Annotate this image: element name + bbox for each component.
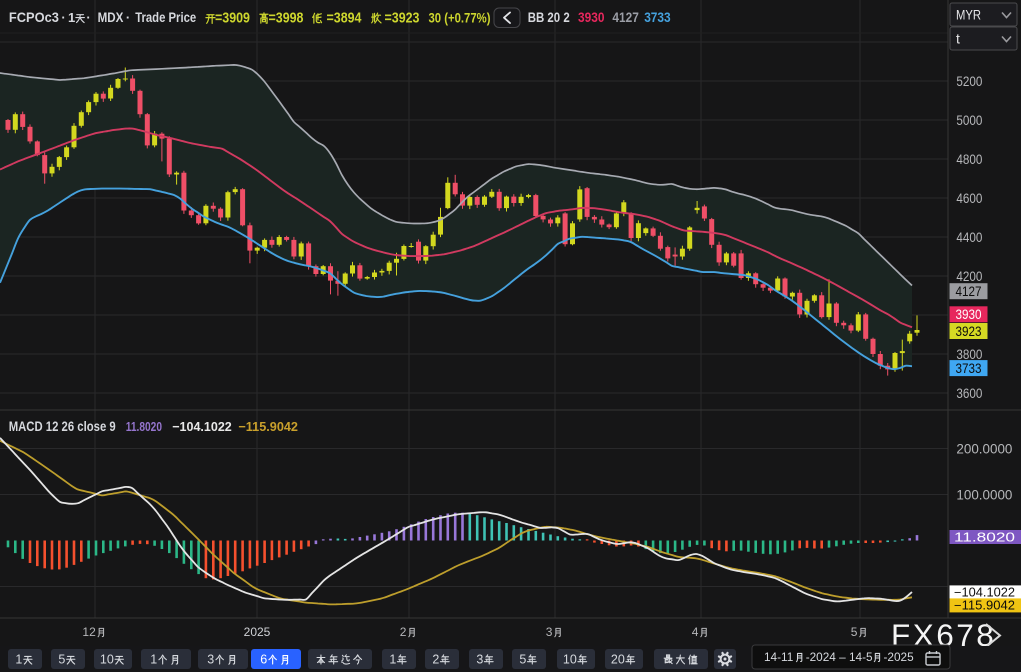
- svg-text:2025: 2025: [244, 625, 271, 639]
- svg-text:·: ·: [86, 10, 90, 25]
- svg-text:3923: 3923: [956, 324, 982, 339]
- svg-text:3: 3: [476, 653, 483, 667]
- svg-text:Trade Price: Trade Price: [135, 9, 196, 25]
- svg-text:6: 6: [260, 653, 267, 667]
- svg-text:=3909: =3909: [215, 10, 250, 27]
- svg-text:20: 20: [611, 653, 625, 667]
- svg-text:10: 10: [563, 653, 577, 667]
- svg-text:5000: 5000: [956, 112, 982, 128]
- svg-text:3600: 3600: [956, 385, 982, 401]
- svg-text:4127: 4127: [956, 284, 982, 299]
- svg-text:−104.1022: −104.1022: [954, 586, 1015, 600]
- svg-text:·: ·: [126, 10, 130, 25]
- svg-text:2: 2: [432, 653, 439, 667]
- svg-text:-2025: -2025: [884, 650, 915, 664]
- svg-text:1: 1: [68, 10, 75, 25]
- svg-text:3733: 3733: [956, 361, 982, 376]
- svg-text:200.0000: 200.0000: [956, 441, 1012, 457]
- svg-text:4200: 4200: [956, 268, 982, 284]
- svg-text:MDX: MDX: [98, 9, 124, 25]
- svg-text:5: 5: [851, 625, 858, 639]
- svg-text:4: 4: [692, 625, 699, 639]
- svg-text:-2024 – 14-5: -2024 – 14-5: [806, 650, 873, 664]
- svg-text:−115.9042: −115.9042: [954, 599, 1015, 613]
- svg-text:1: 1: [15, 653, 22, 667]
- svg-text:5200: 5200: [956, 73, 982, 89]
- svg-text:BB 20 2: BB 20 2: [528, 9, 570, 25]
- svg-text:2: 2: [400, 625, 407, 639]
- svg-text:11.8020: 11.8020: [126, 419, 162, 434]
- svg-text:4600: 4600: [956, 190, 982, 206]
- svg-text:−104.1022: −104.1022: [172, 419, 232, 434]
- svg-text:FCPOc3: FCPOc3: [9, 9, 59, 25]
- svg-text:=3998: =3998: [269, 10, 304, 27]
- svg-text:10: 10: [100, 653, 114, 667]
- svg-text:1: 1: [389, 653, 396, 667]
- svg-text:4800: 4800: [956, 151, 982, 167]
- svg-text:30 (+0.77%): 30 (+0.77%): [429, 10, 491, 26]
- svg-text:3930: 3930: [578, 10, 605, 25]
- svg-text:100.0000: 100.0000: [956, 487, 1012, 503]
- svg-text:4400: 4400: [956, 229, 982, 245]
- svg-text:3: 3: [207, 653, 214, 667]
- svg-text:3: 3: [546, 625, 553, 639]
- svg-text:t: t: [956, 31, 960, 47]
- svg-text:MYR: MYR: [956, 7, 981, 23]
- svg-text:12: 12: [82, 625, 96, 639]
- svg-text:1: 1: [150, 653, 157, 667]
- svg-text:3930: 3930: [956, 307, 982, 322]
- svg-text:−115.9042: −115.9042: [238, 419, 298, 434]
- svg-text:3800: 3800: [956, 346, 982, 362]
- svg-text:14-11: 14-11: [764, 650, 793, 664]
- svg-text:MACD 12 26 close 9: MACD 12 26 close 9: [9, 419, 116, 434]
- svg-text:5: 5: [58, 653, 65, 667]
- svg-text:4127: 4127: [612, 10, 639, 25]
- svg-text:=3923: =3923: [385, 10, 420, 27]
- svg-text:5: 5: [519, 653, 526, 667]
- svg-text:3733: 3733: [644, 10, 671, 25]
- svg-text:·: ·: [61, 10, 65, 25]
- svg-text:11.8020: 11.8020: [954, 530, 1015, 544]
- svg-text:=3894: =3894: [327, 10, 363, 27]
